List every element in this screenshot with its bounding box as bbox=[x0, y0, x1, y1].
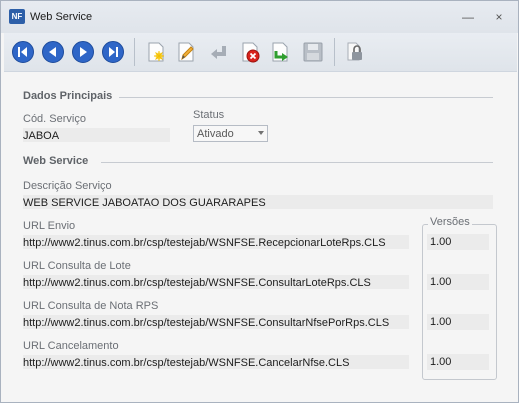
url-envio-field[interactable]: http://www2.tinus.com.br/csp/testejab/WS… bbox=[23, 235, 409, 249]
version-consulta-nota-field[interactable]: 1.00 bbox=[427, 314, 489, 330]
url-consulta-lote-label: URL Consulta de Lote bbox=[23, 260, 131, 272]
export-icon bbox=[268, 40, 292, 64]
lock-icon bbox=[342, 40, 366, 64]
window-title: Web Service bbox=[30, 11, 93, 23]
save-icon bbox=[301, 40, 325, 64]
service-form: Dados Principais Cód. Serviço JABOA Stat… bbox=[1, 73, 518, 402]
title-bar: NF Web Service — × bbox=[1, 1, 518, 33]
undo-icon bbox=[206, 40, 230, 64]
undo-button[interactable] bbox=[204, 38, 231, 65]
status-select[interactable]: Ativado bbox=[193, 125, 268, 142]
descricao-servico-label: Descrição Serviço bbox=[23, 180, 112, 192]
export-button[interactable] bbox=[266, 38, 293, 65]
new-record-button[interactable] bbox=[142, 38, 169, 65]
previous-record-icon bbox=[41, 40, 65, 64]
section-title-dados-principais: Dados Principais bbox=[23, 90, 113, 102]
status-label: Status bbox=[193, 109, 225, 121]
section-title-web-service: Web Service bbox=[23, 155, 89, 167]
version-cancelamento-field[interactable]: 1.00 bbox=[427, 354, 489, 370]
delete-button[interactable] bbox=[236, 38, 263, 65]
edit-record-icon bbox=[174, 40, 198, 64]
web-service-window: NF Web Service — × Dados Principais Cód.… bbox=[0, 0, 519, 403]
close-button[interactable]: × bbox=[490, 9, 508, 25]
toolbar-separator bbox=[134, 38, 135, 66]
status-selected-value: Ativado bbox=[197, 128, 234, 140]
versions-label: Versões bbox=[428, 216, 472, 228]
dropdown-arrow-icon bbox=[258, 131, 264, 135]
descricao-servico-field[interactable]: WEB SERVICE JABOATAO DOS GUARARAPES bbox=[23, 195, 493, 209]
last-record-button[interactable] bbox=[99, 38, 126, 65]
version-consulta-lote-field[interactable]: 1.00 bbox=[427, 274, 489, 290]
previous-record-button[interactable] bbox=[39, 38, 66, 65]
edit-record-button[interactable] bbox=[172, 38, 199, 65]
app-icon: NF bbox=[9, 9, 25, 24]
url-consulta-nota-label: URL Consulta de Nota RPS bbox=[23, 300, 159, 312]
cod-servico-field[interactable]: JABOA bbox=[23, 128, 170, 142]
delete-icon bbox=[238, 40, 262, 64]
version-envio-field[interactable]: 1.00 bbox=[427, 234, 489, 250]
url-cancelamento-field[interactable]: http://www2.tinus.com.br/csp/testejab/WS… bbox=[23, 355, 409, 369]
toolbar bbox=[4, 33, 517, 72]
url-cancelamento-label: URL Cancelamento bbox=[23, 340, 119, 352]
section-divider bbox=[119, 97, 493, 98]
first-record-button[interactable] bbox=[9, 38, 36, 65]
next-record-button[interactable] bbox=[69, 38, 96, 65]
cod-servico-label: Cód. Serviço bbox=[23, 113, 86, 125]
next-record-icon bbox=[71, 40, 95, 64]
url-envio-label: URL Envio bbox=[23, 220, 76, 232]
save-button[interactable] bbox=[299, 38, 326, 65]
last-record-icon bbox=[101, 40, 125, 64]
toolbar-separator bbox=[334, 38, 335, 66]
section-divider bbox=[101, 162, 493, 163]
url-consulta-nota-field[interactable]: http://www2.tinus.com.br/csp/testejab/WS… bbox=[23, 315, 409, 329]
new-record-icon bbox=[144, 40, 168, 64]
url-consulta-lote-field[interactable]: http://www2.tinus.com.br/csp/testejab/WS… bbox=[23, 275, 409, 289]
first-record-icon bbox=[11, 40, 35, 64]
minimize-button[interactable]: — bbox=[459, 9, 477, 25]
lock-button[interactable] bbox=[340, 38, 367, 65]
